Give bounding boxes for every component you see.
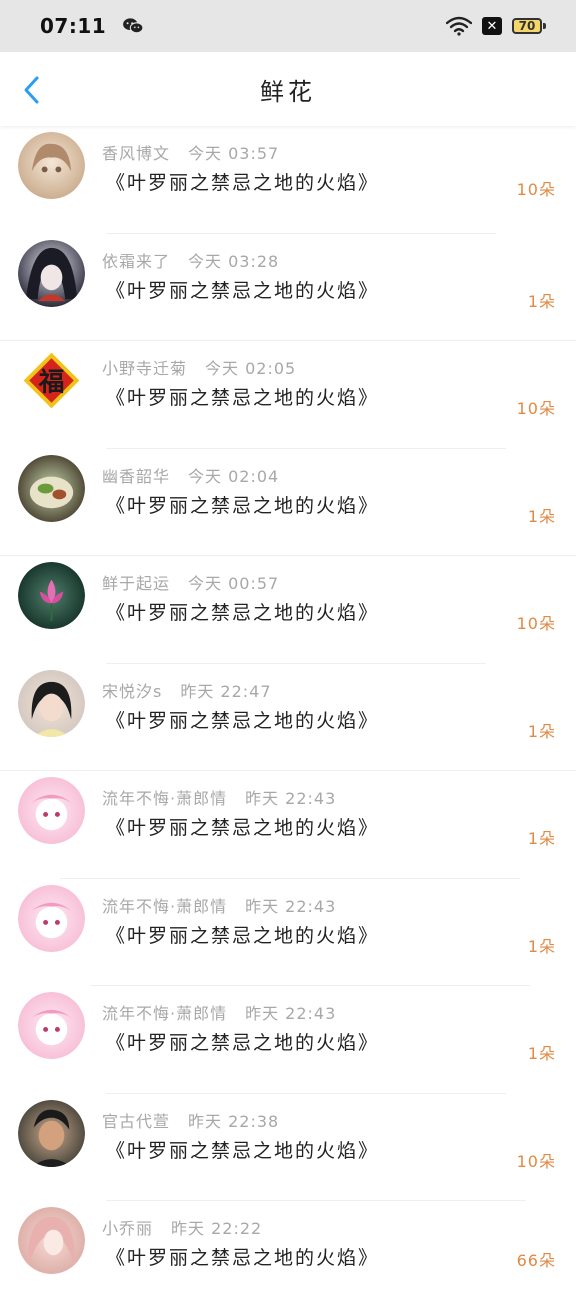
list-item[interactable]: 小乔丽 昨天 22:22 《叶罗丽之禁忌之地的火焰》 66朵	[0, 1201, 576, 1309]
send-time: 今天 02:05	[205, 359, 297, 378]
book-title[interactable]: 《叶罗丽之禁忌之地的火焰》	[106, 491, 379, 518]
send-time: 今天 03:57	[188, 144, 280, 163]
top-nav-bar: 鲜花	[0, 52, 576, 126]
avatar[interactable]	[18, 884, 85, 952]
book-title[interactable]: 《叶罗丽之禁忌之地的火焰》	[106, 1136, 379, 1163]
entry-meta: 流年不悔·萧郎情 昨天 22:43	[102, 785, 336, 809]
list-item[interactable]: 幽香韶华 今天 02:04 《叶罗丽之禁忌之地的火焰》 1朵	[0, 449, 576, 556]
list-item[interactable]: 依霜来了 今天 03:28 《叶罗丽之禁忌之地的火焰》 1朵	[0, 234, 576, 341]
sender-name[interactable]: 小乔丽	[102, 1219, 153, 1238]
avatar[interactable]	[18, 132, 85, 199]
entry-meta: 官古代萱 昨天 22:38	[102, 1108, 279, 1132]
flower-count: 10朵	[516, 614, 556, 633]
book-title[interactable]: 《叶罗丽之禁忌之地的火焰》	[106, 921, 379, 948]
avatar[interactable]	[18, 454, 85, 522]
send-time: 昨天 22:43	[245, 896, 337, 916]
sender-name[interactable]: 依霜来了	[102, 252, 170, 271]
avatar[interactable]	[18, 1099, 85, 1167]
sender-name[interactable]: 流年不悔·萧郎情	[102, 897, 227, 916]
sender-name[interactable]: 小野寺迁菊	[102, 359, 187, 378]
wifi-icon	[446, 16, 472, 36]
sender-name[interactable]: 幽香韶华	[102, 467, 170, 486]
list-item[interactable]: 流年不悔·萧郎情 昨天 22:43 《叶罗丽之禁忌之地的火焰》 1朵	[0, 771, 576, 879]
book-title[interactable]: 《叶罗丽之禁忌之地的火焰》	[106, 383, 379, 410]
status-bar: 07:11 ✕ 70	[0, 0, 576, 52]
entry-meta: 依霜来了 今天 03:28	[102, 248, 279, 272]
status-time: 07:11	[40, 14, 107, 38]
list-item[interactable]: 香风博文 今天 03:57 《叶罗丽之禁忌之地的火焰》 10朵	[0, 126, 576, 234]
flower-count: 10朵	[516, 1151, 556, 1171]
flower-count: 10朵	[516, 180, 556, 199]
flower-count: 10朵	[516, 399, 556, 418]
battery-icon: 70	[512, 18, 546, 34]
send-time: 今天 00:57	[188, 574, 280, 593]
avatar[interactable]	[18, 562, 85, 629]
book-title[interactable]: 《叶罗丽之禁忌之地的火焰》	[106, 1028, 379, 1055]
wechat-icon	[123, 18, 144, 34]
flower-count: 66朵	[516, 1251, 556, 1270]
flower-count: 1朵	[527, 506, 556, 526]
send-time: 今天 02:04	[188, 466, 280, 486]
entry-meta: 流年不悔·萧郎情 昨天 22:43	[102, 893, 336, 917]
no-sim-icon: ✕	[482, 17, 502, 35]
send-time: 昨天 22:38	[188, 1111, 280, 1131]
send-time: 今天 03:28	[188, 251, 280, 271]
list-item[interactable]: 鲜于起运 今天 00:57 《叶罗丽之禁忌之地的火焰》 10朵	[0, 556, 576, 664]
flower-count: 1朵	[527, 829, 556, 848]
entry-meta: 幽香韶华 今天 02:04	[102, 463, 279, 487]
battery-level: 70	[512, 18, 542, 34]
avatar[interactable]	[18, 992, 85, 1059]
entry-meta: 宋悦汐s 昨天 22:47	[102, 678, 272, 702]
flower-count: 1朵	[527, 721, 556, 741]
entry-meta: 小野寺迁菊 今天 02:05	[102, 355, 296, 379]
entry-meta: 鲜于起运 今天 00:57	[102, 570, 279, 594]
avatar[interactable]	[18, 239, 85, 307]
entry-meta: 小乔丽 昨天 22:22	[102, 1215, 262, 1239]
avatar[interactable]	[18, 669, 85, 737]
book-title[interactable]: 《叶罗丽之禁忌之地的火焰》	[106, 168, 379, 195]
flower-count: 1朵	[527, 1044, 556, 1063]
page-title: 鲜花	[260, 77, 316, 106]
sender-name[interactable]: 流年不悔·萧郎情	[102, 1004, 227, 1023]
send-time: 昨天 22:22	[171, 1219, 263, 1238]
sender-name[interactable]: 官古代萱	[102, 1112, 170, 1131]
back-button[interactable]	[14, 70, 50, 110]
book-title[interactable]: 《叶罗丽之禁忌之地的火焰》	[106, 1243, 379, 1270]
send-time: 昨天 22:47	[180, 681, 272, 701]
book-title[interactable]: 《叶罗丽之禁忌之地的火焰》	[106, 276, 379, 303]
entry-meta: 流年不悔·萧郎情 昨天 22:43	[102, 1000, 336, 1024]
sender-name[interactable]: 香风博文	[102, 144, 170, 163]
book-title[interactable]: 《叶罗丽之禁忌之地的火焰》	[106, 813, 379, 840]
list-item[interactable]: 官古代萱 昨天 22:38 《叶罗丽之禁忌之地的火焰》 10朵	[0, 1094, 576, 1201]
list-item[interactable]: 福 小野寺迁菊 今天 02:05 《叶罗丽之禁忌之地的火焰》 10朵	[0, 341, 576, 449]
entry-meta: 香风博文 今天 03:57	[102, 140, 279, 164]
sender-name[interactable]: 流年不悔·萧郎情	[102, 789, 227, 808]
book-title[interactable]: 《叶罗丽之禁忌之地的火焰》	[106, 598, 379, 625]
svg-text:福: 福	[38, 367, 65, 397]
sender-name[interactable]: 鲜于起运	[102, 574, 170, 593]
avatar[interactable]: 福	[18, 347, 85, 414]
flower-list: 香风博文 今天 03:57 《叶罗丽之禁忌之地的火焰》 10朵 依霜来了 今天 03:28…	[0, 126, 576, 1309]
avatar[interactable]	[18, 777, 85, 844]
list-item[interactable]: 流年不悔·萧郎情 昨天 22:43 《叶罗丽之禁忌之地的火焰》 1朵	[0, 986, 576, 1094]
list-item[interactable]: 宋悦汐s 昨天 22:47 《叶罗丽之禁忌之地的火焰》 1朵	[0, 664, 576, 771]
avatar[interactable]	[18, 1207, 85, 1274]
list-item[interactable]: 流年不悔·萧郎情 昨天 22:43 《叶罗丽之禁忌之地的火焰》 1朵	[0, 879, 576, 986]
book-title[interactable]: 《叶罗丽之禁忌之地的火焰》	[106, 706, 379, 733]
send-time: 昨天 22:43	[245, 789, 337, 808]
send-time: 昨天 22:43	[245, 1004, 337, 1023]
flower-count: 1朵	[527, 936, 556, 956]
sender-name[interactable]: 宋悦汐s	[102, 682, 162, 701]
flower-count: 1朵	[527, 291, 556, 311]
chevron-left-icon	[24, 76, 39, 104]
